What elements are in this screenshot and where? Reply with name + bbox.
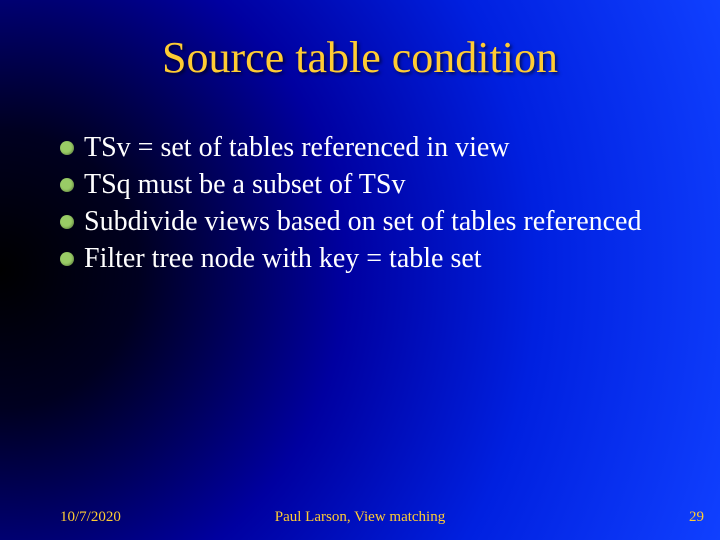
slide-title: Source table condition [0,32,720,83]
bullet-item: TSq must be a subset of TSv [60,167,660,202]
bullet-item: Subdivide views based on set of tables r… [60,204,660,239]
footer-page: 29 [689,509,704,526]
bullet-icon [60,252,74,266]
bullet-text: Filter tree node with key = table set [84,241,660,276]
slide-body: TSv = set of tables referenced in view T… [60,130,660,278]
bullet-item: Filter tree node with key = table set [60,241,660,276]
bullet-text: TSq must be a subset of TSv [84,167,660,202]
slide: Source table condition TSv = set of tabl… [0,0,720,540]
bullet-text: Subdivide views based on set of tables r… [84,204,660,239]
bullet-icon [60,178,74,192]
bullet-item: TSv = set of tables referenced in view [60,130,660,165]
footer-author: Paul Larson, View matching [0,509,720,526]
bullet-text: TSv = set of tables referenced in view [84,130,660,165]
bullet-icon [60,215,74,229]
bullet-icon [60,141,74,155]
